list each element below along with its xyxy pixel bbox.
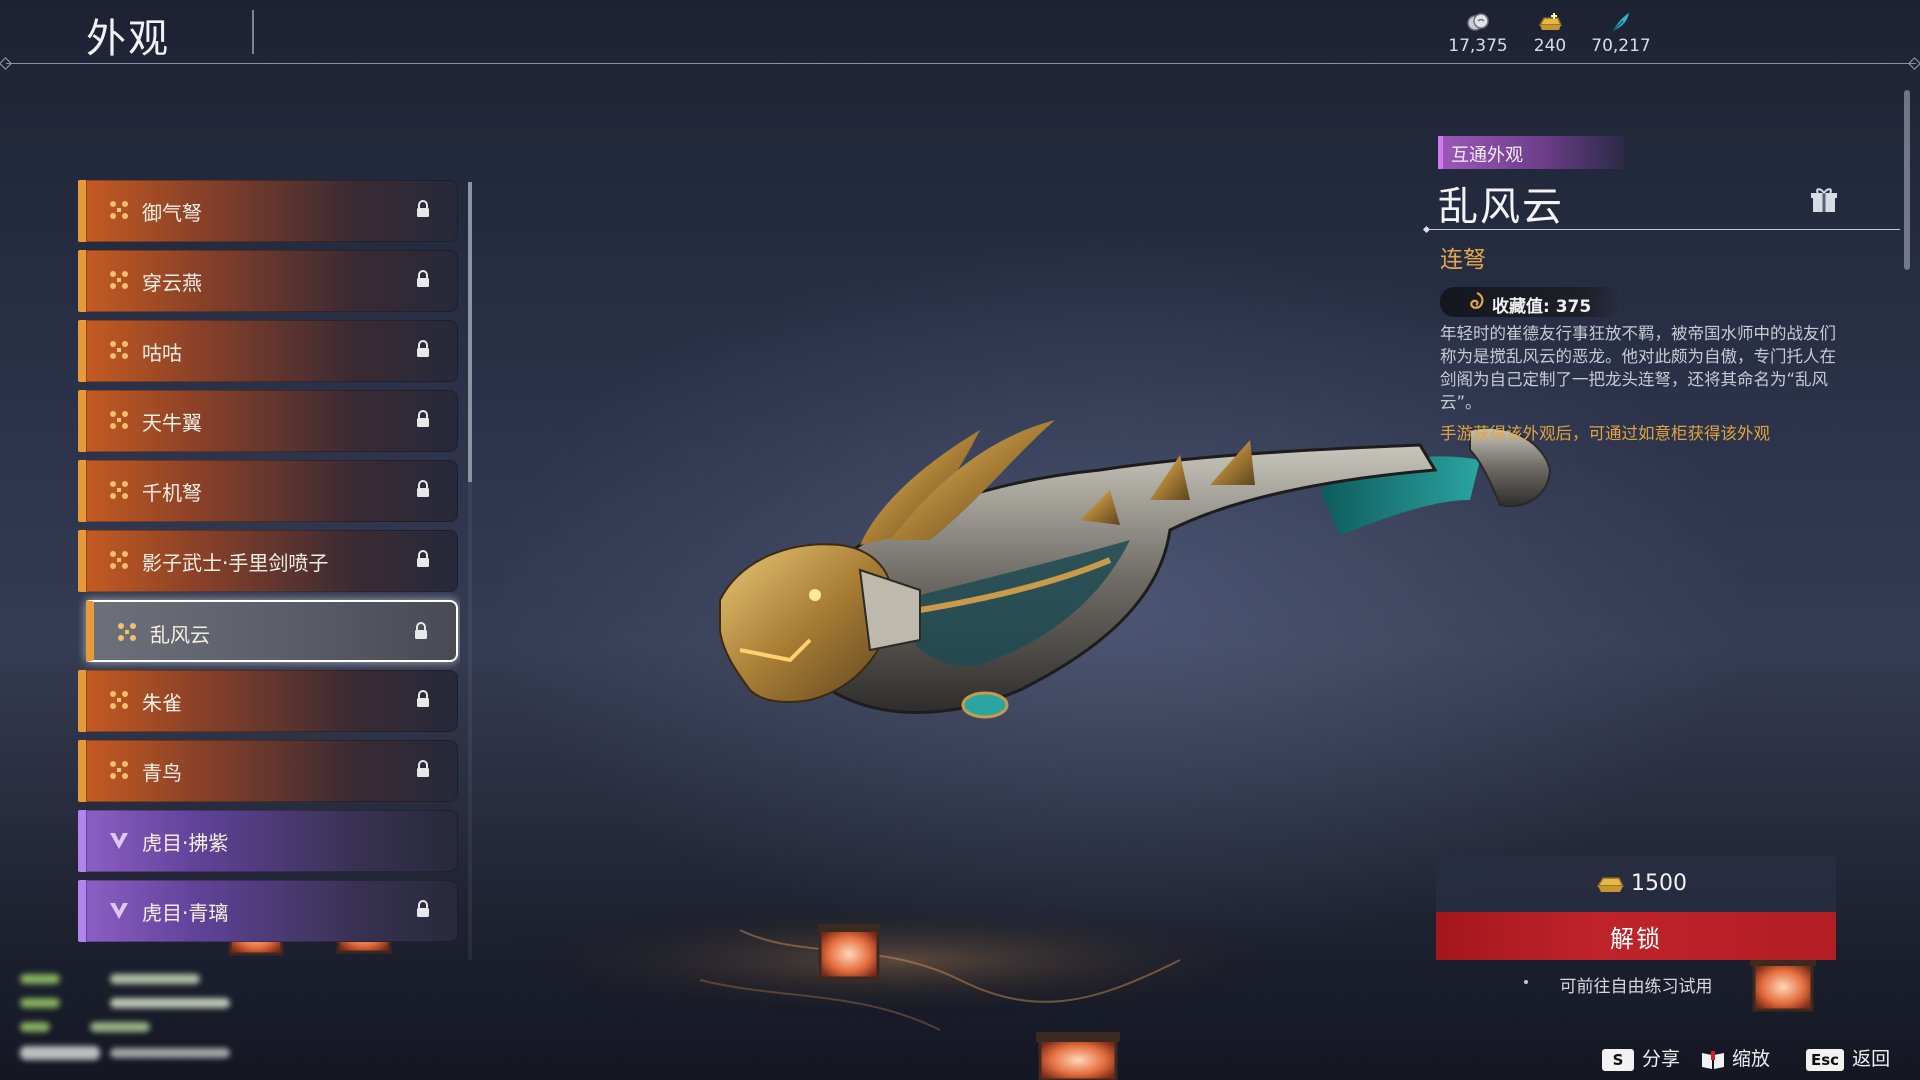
list-item-label: 天牛翼 — [142, 411, 202, 435]
list-item-label: 虎目·青璃 — [142, 901, 229, 925]
lantern — [1036, 1032, 1120, 1080]
list-item[interactable]: 千机弩 — [78, 460, 458, 522]
rarity-orange-icon — [110, 201, 128, 219]
collection-value: 收藏值: 375 — [1492, 297, 1592, 317]
rarity-orange-icon — [110, 761, 128, 779]
skin-description: 年轻时的崔德友行事狂放不羁，被帝国水师中的战友们称为是搅乱风云的恶龙。他对此颇为… — [1440, 324, 1836, 412]
currency-gold-value: 240 — [1533, 36, 1567, 56]
gift-icon[interactable] — [1810, 186, 1838, 214]
rarity-purple-icon — [110, 833, 128, 849]
lock-icon — [417, 900, 429, 917]
currency-gold: 240 — [1510, 10, 1590, 56]
currency-feather: 70,217 — [1581, 10, 1661, 56]
rarity-orange-icon — [110, 551, 128, 569]
list-item-label: 乱风云 — [150, 623, 210, 647]
share-control[interactable]: S 分享 — [1602, 1044, 1680, 1071]
lock-icon — [417, 690, 429, 707]
list-item-label: 千机弩 — [142, 481, 202, 505]
list-item[interactable]: 虎目·青璃 — [78, 880, 458, 942]
feather-icon — [1612, 13, 1629, 32]
list-item-label: 虎目·拂紫 — [142, 831, 229, 855]
key-s: S — [1602, 1048, 1634, 1071]
rarity-orange-icon — [118, 623, 136, 641]
mouse-zoom-icon — [1702, 1050, 1724, 1069]
lock-icon — [417, 410, 429, 427]
rarity-orange-icon — [110, 271, 128, 289]
page-title: 外观 — [86, 16, 170, 62]
rarity-purple-icon — [110, 903, 128, 919]
unlock-button[interactable]: 解锁 — [1436, 912, 1836, 960]
header-divider — [6, 63, 1916, 64]
list-item-label: 影子武士·手里剑喷子 — [142, 551, 329, 575]
collection-icon — [1470, 292, 1484, 309]
list-item[interactable]: 虎目·拂紫 — [78, 810, 458, 872]
crossplay-tag-label: 互通外观 — [1451, 145, 1523, 166]
top-bar: 外观 17,375 240 70,217 — [0, 0, 1920, 70]
lock-icon — [417, 480, 429, 497]
list-item-selected[interactable]: 乱风云 — [86, 600, 458, 662]
back-label: 返回 — [1852, 1048, 1891, 1070]
back-control[interactable]: Esc 返回 — [1806, 1044, 1890, 1071]
rarity-orange-icon — [110, 411, 128, 429]
lock-icon — [417, 340, 429, 357]
list-item[interactable]: 影子武士·手里剑喷子 — [78, 530, 458, 592]
list-item-label: 青鸟 — [142, 761, 182, 785]
name-divider — [1428, 229, 1900, 230]
list-item[interactable]: 御气弩 — [78, 180, 458, 242]
gold-ingot-icon — [1538, 13, 1563, 30]
trial-link[interactable]: 可前往自由练习试用 — [1436, 972, 1836, 997]
lock-icon — [417, 760, 429, 777]
title-divider — [252, 10, 254, 54]
list-item[interactable]: 青鸟 — [78, 740, 458, 802]
currency-silver-value: 17,375 — [1448, 36, 1508, 56]
rarity-orange-icon — [110, 691, 128, 709]
collection-value-badge: 收藏值: 375 — [1440, 287, 1620, 317]
rarity-orange-icon — [110, 341, 128, 359]
zoom-control[interactable]: 缩放 — [1700, 1044, 1770, 1071]
currency-silver: 17,375 — [1438, 10, 1518, 56]
list-scrollbar-thumb[interactable] — [468, 182, 472, 482]
lock-icon — [415, 622, 427, 639]
chat-overlay — [20, 974, 230, 1060]
skin-name: 乱风云 — [1438, 184, 1564, 230]
key-esc: Esc — [1806, 1048, 1845, 1071]
gold-ingot-icon — [1596, 877, 1624, 892]
list-item-label: 御气弩 — [142, 201, 202, 225]
appearance-list[interactable]: 御气弩 穿云燕 咕咕 天牛翼 千机弩 影子武士·手里剑喷子 乱风云 朱雀 青鸟 — [78, 180, 460, 960]
share-label: 分享 — [1642, 1048, 1681, 1070]
list-item-label: 穿云燕 — [142, 271, 202, 295]
crossplay-tag: 互通外观 — [1438, 136, 1624, 169]
price-box: 1500 — [1436, 856, 1836, 912]
rarity-orange-icon — [110, 481, 128, 499]
lock-icon — [417, 270, 429, 287]
lock-icon — [417, 550, 429, 567]
list-item-label: 咕咕 — [142, 341, 182, 365]
lantern — [818, 924, 880, 980]
unlock-button-label: 解锁 — [1610, 925, 1662, 953]
lock-icon — [417, 200, 429, 217]
list-item-label: 朱雀 — [142, 691, 182, 715]
list-item[interactable]: 朱雀 — [78, 670, 458, 732]
silver-coin-icon — [1467, 13, 1489, 31]
zoom-label: 缩放 — [1732, 1048, 1771, 1070]
list-item[interactable]: 咕咕 — [78, 320, 458, 382]
weapon-type: 连弩 — [1440, 247, 1486, 273]
currency-feather-value: 70,217 — [1591, 36, 1651, 56]
acquire-hint: 手游获得该外观后，可通过如意柜获得该外观 — [1440, 424, 1770, 443]
detail-scrollbar[interactable] — [1904, 90, 1910, 270]
price-amount: 1500 — [1631, 871, 1687, 896]
list-item[interactable]: 天牛翼 — [78, 390, 458, 452]
list-item[interactable]: 穿云燕 — [78, 250, 458, 312]
